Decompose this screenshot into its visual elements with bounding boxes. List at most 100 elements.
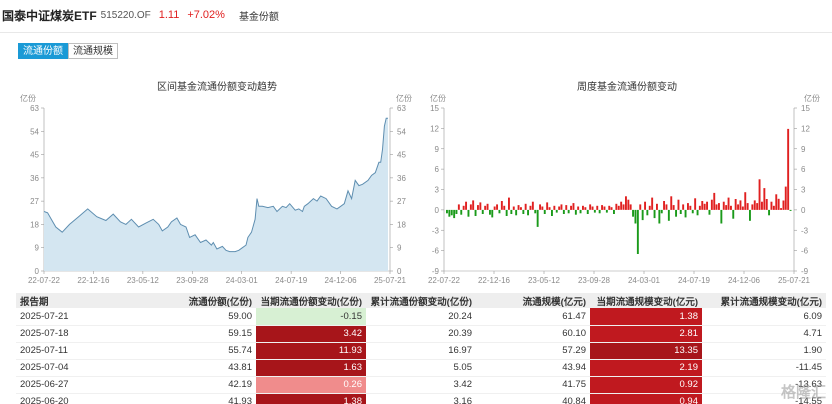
- weekly-change-bar: [639, 204, 642, 210]
- weekly-change-bar: [531, 201, 534, 210]
- weekly-change-bar: [763, 188, 766, 210]
- table-cell: 20.39: [366, 325, 476, 343]
- x-tick-label: 24-03-01: [628, 276, 661, 285]
- weekly-change-bar: [715, 204, 718, 210]
- table-header-cell[interactable]: 累计流通份额变动(亿份): [366, 293, 476, 308]
- y-axis-unit-left: 亿份: [20, 93, 36, 103]
- weekly-change-bar: [768, 209, 771, 216]
- y-tick-label-right: 15: [801, 104, 810, 113]
- y-tick-label-left: 3: [435, 186, 440, 195]
- table-row[interactable]: 2025-07-11 55.74 11.93 16.97 57.29 13.35 1.90: [16, 342, 826, 360]
- watermark-logo: 格隆汇: [780, 384, 826, 401]
- weekly-change-bar: [691, 209, 694, 214]
- weekly-change-bar: [517, 205, 520, 210]
- x-tick-label: 23-05-12: [528, 276, 561, 285]
- weekly-change-bar: [522, 209, 525, 214]
- weekly-change-bar: [706, 201, 709, 210]
- x-tick-label: 24-12-06: [325, 276, 358, 285]
- table-header-cell[interactable]: 流通份额(亿份): [96, 293, 256, 308]
- table-cell: 2025-06-27: [16, 376, 96, 394]
- weekly-change-bar: [761, 201, 763, 210]
- table-header-cell[interactable]: 流通规模(亿元): [476, 293, 590, 308]
- table-cell: 40.84: [476, 393, 590, 404]
- table-cell: -11.45: [702, 359, 826, 377]
- table-row[interactable]: 2025-07-04 43.81 1.63 5.05 43.94 2.19 -11.45: [16, 359, 826, 377]
- weekly-change-bar: [579, 209, 582, 214]
- y-tick-label-left: 63: [30, 104, 39, 113]
- table-header-cell[interactable]: 当期流通规模变动(亿元): [590, 293, 702, 308]
- weekly-change-bar: [780, 208, 783, 210]
- table-cell: 0.92: [590, 376, 702, 394]
- table-cell: -0.15: [256, 308, 366, 326]
- y-tick-label-right: 0: [801, 206, 806, 215]
- weekly-change-bar: [689, 205, 692, 210]
- weekly-change-bar: [777, 198, 780, 210]
- table-row[interactable]: 2025-07-21 59.00 -0.15 20.24 61.47 1.38 6.09: [16, 308, 826, 326]
- view-tabs: 流通份额 流通规模: [18, 43, 118, 59]
- weekly-change-bar: [725, 205, 728, 210]
- x-tick-label: 22-12-16: [478, 276, 511, 285]
- y-tick-label-right: 6: [801, 165, 806, 174]
- x-tick-label: 25-07-21: [778, 276, 811, 285]
- weekly-change-bar: [562, 209, 565, 214]
- table-row[interactable]: 2025-07-18 59.15 3.42 20.39 60.10 2.81 4.71: [16, 325, 826, 343]
- weekly-change-bar: [684, 209, 687, 218]
- y-tick-label-right: 12: [801, 124, 810, 133]
- table-cell: 3.42: [366, 376, 476, 394]
- table-cell: 4.71: [702, 325, 826, 343]
- tab-circulating-scale[interactable]: 流通规模: [68, 43, 118, 59]
- weekly-change-bar: [493, 206, 496, 210]
- table-row[interactable]: 2025-06-27 42.19 0.26 3.42 41.75 0.92 -13.63: [16, 376, 826, 394]
- weekly-change-bar: [775, 194, 778, 210]
- weekly-change-bar: [591, 206, 594, 210]
- weekly-change-bar: [505, 209, 508, 216]
- weekly-change-bar: [741, 206, 744, 210]
- table-cell: 0.94: [590, 393, 702, 404]
- weekly-change-bar: [496, 204, 499, 210]
- table-cell: 13.35: [590, 342, 702, 360]
- weekly-change-bar: [527, 209, 530, 216]
- x-tick-label: 24-12-06: [728, 276, 761, 285]
- weekly-change-bar: [751, 204, 754, 210]
- weekly-change-bar: [772, 205, 775, 210]
- y-tick-label-left: 54: [30, 127, 39, 136]
- y-tick-label-right: 54: [397, 127, 406, 136]
- table-cell: 43.94: [476, 359, 590, 377]
- y-tick-label-left: 6: [435, 165, 440, 174]
- weekly-change-bar: [479, 202, 482, 210]
- weekly-change-bar: [481, 209, 484, 214]
- weekly-change-bar: [703, 203, 706, 210]
- table-header-row: 报告期 流通份额(亿份) 当期流通份额变动(亿份) 累计流通份额变动(亿份) 流通规模(…: [16, 293, 826, 308]
- share-trend-chart: 亿份 亿份 0 0 9 9 18 18 27 27 36 36 45 45 54 54 63 63 22-07-22…: [20, 93, 412, 285]
- weekly-change-bar: [646, 209, 649, 216]
- weekly-change-bar: [553, 205, 556, 210]
- y-tick-label-left: 45: [30, 151, 39, 160]
- weekly-change-bar: [622, 204, 625, 210]
- x-tick-label: 25-07-21: [374, 276, 407, 285]
- table-header-cell[interactable]: 当期流通份额变动(亿份): [256, 293, 366, 308]
- weekly-change-bar: [701, 201, 704, 210]
- weekly-change-bar: [698, 205, 701, 210]
- table-header-cell[interactable]: 累计流通规模变动(亿元): [702, 293, 826, 308]
- weekly-change-bar: [560, 204, 563, 210]
- table-header-cell[interactable]: 报告期: [16, 293, 96, 308]
- y-tick-label-right: 9: [801, 145, 806, 154]
- weekly-change-bar: [491, 209, 494, 218]
- table-row[interactable]: 2025-06-20 41.93 1.38 3.16 40.84 0.94 -14.55: [16, 393, 826, 404]
- tab-circulating-shares[interactable]: 流通份额: [18, 43, 68, 59]
- weekly-change-bar: [787, 128, 790, 210]
- table-cell: 11.93: [256, 342, 366, 360]
- fund-code: 515220.OF: [100, 9, 151, 21]
- table-cell: 2025-07-21: [16, 308, 96, 326]
- weekly-change-bar: [567, 209, 570, 214]
- y-tick-label-left: 18: [30, 220, 39, 229]
- section-tag[interactable]: 基金份额: [239, 8, 279, 23]
- y-tick-label-right: -6: [801, 247, 809, 256]
- weekly-change-bar: [467, 209, 470, 217]
- weekly-change-bar: [625, 196, 627, 210]
- weekly-change-bar: [551, 209, 553, 216]
- table-cell: 57.29: [476, 342, 590, 360]
- x-tick-label: 23-09-28: [578, 276, 611, 285]
- table-cell: 41.93: [96, 393, 256, 404]
- weekly-change-bar: [605, 209, 608, 213]
